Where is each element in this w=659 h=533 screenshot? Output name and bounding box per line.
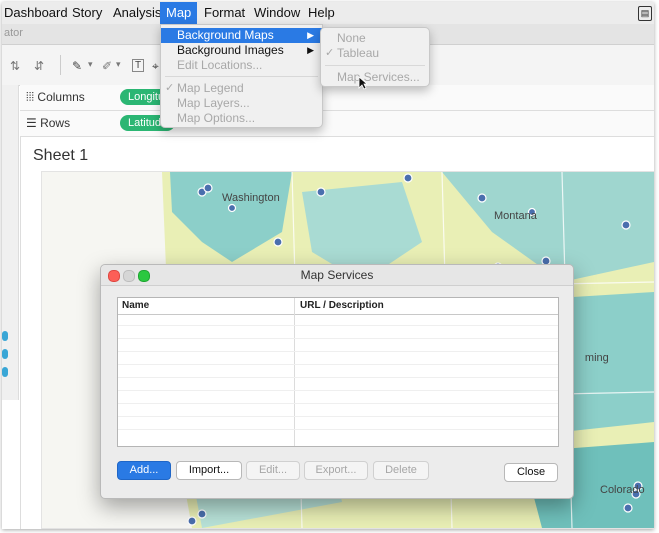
menu-story[interactable]: Story [66, 2, 108, 24]
paperclip-icon[interactable]: ✐ [102, 59, 112, 73]
import-button[interactable]: Import... [176, 461, 242, 480]
delete-button: Delete [373, 461, 429, 480]
table-row [118, 416, 558, 417]
menu-analysis[interactable]: Analysis [107, 2, 167, 24]
rows-label: ☰ Rows [26, 116, 71, 130]
menu-item-map-legend: ✓ Map Legend [165, 81, 244, 95]
table-row [118, 403, 558, 404]
map-label-washington: Washington [222, 192, 280, 204]
sheet-title: Sheet 1 [33, 147, 89, 164]
add-button[interactable]: Add... [117, 461, 171, 480]
submenu-item-tableau: ✓ Tableau [325, 46, 380, 60]
sort-descending-icon[interactable]: ⇵ [34, 59, 44, 73]
legend-marker [2, 367, 8, 377]
window-title-fragment: ator [4, 27, 23, 39]
menu-window[interactable]: Window [248, 2, 306, 24]
submenu-item-none: None [337, 31, 366, 45]
menu-help[interactable]: Help [302, 2, 341, 24]
menu-bar: Dashboard Story Analysis Map Format Wind… [2, 2, 654, 25]
submenu-arrow-icon: ▶ [307, 45, 314, 55]
edit-button: Edit... [246, 461, 300, 480]
checkmark-icon: ✓ [165, 82, 175, 94]
dialog-title: Map Services [101, 265, 573, 286]
minimize-window-icon[interactable] [123, 270, 135, 282]
table-row [118, 390, 558, 391]
table-row [118, 325, 558, 326]
map-services-table[interactable]: Name URL / Description [117, 297, 559, 447]
menu-item-map-options: Map Options... [177, 111, 256, 125]
rows-shelf[interactable]: ☰ Rows Latitude [20, 111, 654, 137]
close-window-icon[interactable] [108, 270, 120, 282]
menu-format[interactable]: Format [198, 2, 251, 24]
legend-marker [2, 331, 8, 341]
sort-ascending-icon[interactable]: ⇅ [10, 59, 20, 73]
table-row [118, 351, 558, 352]
mouse-pointer-icon [358, 76, 368, 90]
submenu-arrow-icon: ▶ [307, 30, 314, 40]
map-services-dialog: Map Services Name URL / Description Add.… [100, 264, 574, 499]
map-label-colorado: Colorado [600, 484, 645, 496]
checkmark-icon: ✓ [325, 47, 335, 59]
columns-label: ⦙⦙⦙ Columns [26, 90, 85, 104]
map-label-wyoming: Wyoming [585, 352, 609, 364]
menu-item-background-maps[interactable]: Background Maps ▶ [161, 28, 322, 43]
menu-separator [325, 65, 425, 66]
table-header: Name URL / Description [118, 298, 558, 315]
zoom-window-icon[interactable] [138, 270, 150, 282]
menu-map[interactable]: Map [160, 2, 198, 24]
menu-dashboard[interactable]: Dashboard [2, 2, 74, 24]
table-row [118, 364, 558, 365]
menu-item-map-layers: Map Layers... [177, 96, 250, 110]
chevron-down-icon[interactable]: ▾ [88, 59, 93, 70]
table-row [118, 338, 558, 339]
text-icon[interactable]: T [132, 59, 145, 72]
menu-item-edit-locations: Edit Locations... [177, 58, 263, 72]
map-label-montana: Montana [494, 210, 537, 222]
window-menu-icon[interactable]: ▤ [638, 6, 652, 21]
map-dropdown-menu: Background Maps ▶ Background Images ▶ Edit… [160, 24, 323, 128]
chevron-down-icon[interactable]: ▾ [116, 59, 121, 70]
toolbar-divider [60, 55, 61, 75]
legend-marker [2, 349, 8, 359]
menu-item-background-images[interactable]: Background Images ▶ [161, 43, 322, 58]
column-header-url[interactable]: URL / Description [300, 300, 384, 311]
left-side-panel [2, 85, 19, 400]
submenu-item-map-services: Map Services... [337, 70, 420, 84]
columns-shelf[interactable]: ⦙⦙⦙ Columns Longitude [20, 85, 654, 111]
export-button: Export... [304, 461, 368, 480]
app-window: Dashboard Story Analysis Map Format Wind… [2, 2, 654, 529]
table-row [118, 429, 558, 430]
menu-separator [165, 76, 318, 77]
table-row [118, 377, 558, 378]
pin-icon[interactable]: ⌖ [152, 59, 159, 74]
close-button[interactable]: Close [504, 463, 558, 482]
background-maps-submenu: None ✓ Tableau Map Services... [320, 27, 430, 87]
column-header-name[interactable]: Name [122, 300, 149, 311]
column-divider [294, 298, 295, 446]
pen-icon[interactable]: ✎ [72, 59, 82, 73]
